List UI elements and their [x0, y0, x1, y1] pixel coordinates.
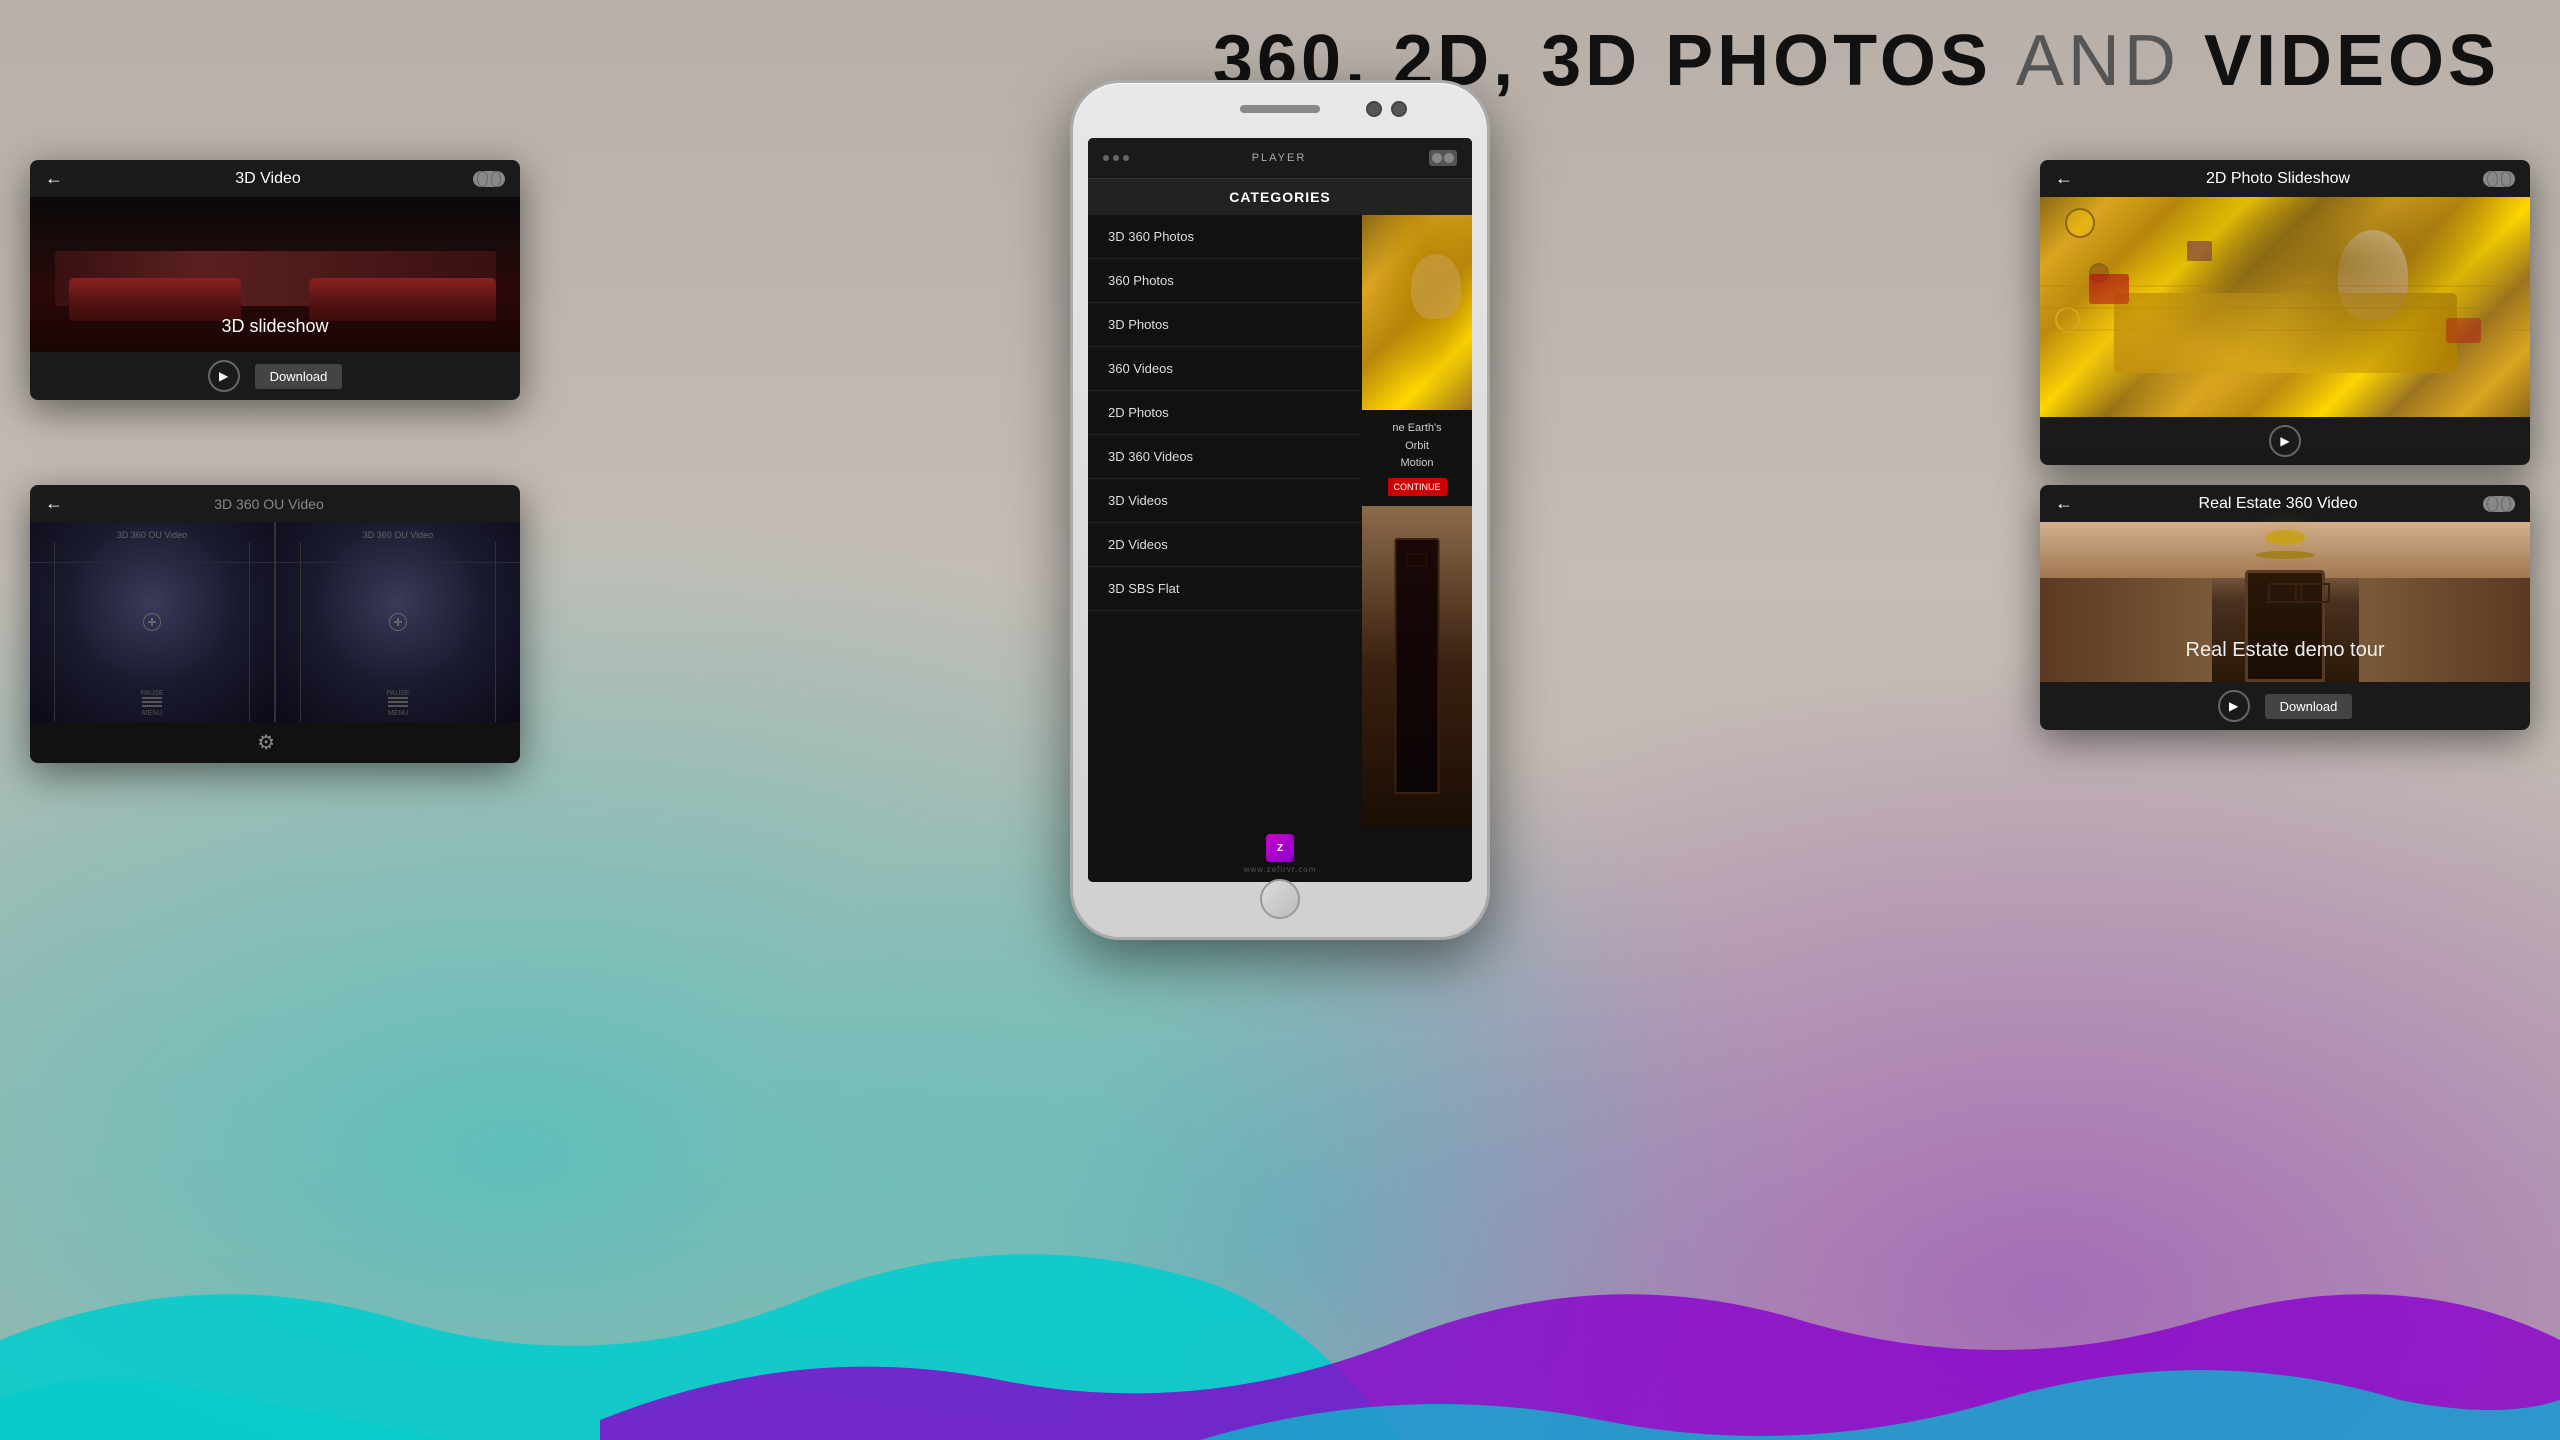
phone-body: PLAYER CATEGORIES 3D 360 Photos	[1070, 80, 1490, 940]
app-header: PLAYER	[1088, 138, 1472, 179]
thumb-text-section: ne Earth's Orbit Motion CONTINUE	[1362, 410, 1472, 506]
pause-label-right: PAUSE	[276, 690, 520, 697]
dot-3	[1123, 155, 1129, 161]
vr-icon-real-estate	[2483, 496, 2515, 512]
dot-1	[1103, 155, 1109, 161]
categories-label: CATEGORIES	[1229, 189, 1331, 205]
thumb-orbit-text: Orbit	[1367, 438, 1467, 456]
phone-screen: PLAYER CATEGORIES 3D 360 Photos	[1088, 138, 1472, 882]
card-real-estate-footer: ▶ Download	[2040, 682, 2530, 730]
phone-container: PLAYER CATEGORIES 3D 360 Photos	[1070, 80, 1490, 940]
app-dots	[1103, 155, 1129, 161]
phone-camera	[1391, 101, 1407, 117]
vr-icon-2d-photo	[2483, 171, 2515, 187]
vr-icon-360	[475, 496, 505, 512]
card-360-header: ← 3D 360 OU Video	[30, 485, 520, 522]
thumb-door	[1362, 506, 1472, 826]
360-view-right: 3D 360 OU Video PAUSE MENU	[276, 522, 520, 722]
vr-icon-3d-video	[473, 171, 505, 187]
card-2d-photo-title: 2D Photo Slideshow	[2206, 170, 2350, 188]
download-button-3d-video[interactable]: Download	[255, 364, 343, 389]
card-2d-photo-header: ← 2D Photo Slideshow	[2040, 160, 2530, 197]
play-button-3d-video[interactable]: ▶	[208, 360, 240, 392]
vr-label-right: 3D 360 OU Video	[276, 530, 520, 540]
phone-home-button[interactable]	[1260, 879, 1300, 919]
cat-item-7[interactable]: 3D Videos	[1088, 479, 1362, 523]
gear-icon[interactable]: ⚙	[257, 730, 275, 755]
play-button-real-estate[interactable]: ▶	[2218, 690, 2250, 722]
card-2d-photo-footer: ▶	[2040, 417, 2530, 465]
card-360-image: 3D 360 OU Video PAUSE MENU 3D 360 OU Vid…	[30, 522, 520, 722]
download-button-real-estate[interactable]: Download	[2265, 694, 2353, 719]
card-2d-photo: ← 2D Photo Slideshow ▶	[2040, 160, 2530, 465]
back-arrow-2d-icon[interactable]: ←	[2055, 168, 2073, 189]
category-list[interactable]: 3D 360 Photos 360 Photos 3D Photos 360 V…	[1088, 215, 1362, 826]
360-view-left: 3D 360 OU Video PAUSE MENU	[30, 522, 274, 722]
phone-speaker	[1240, 105, 1320, 113]
dot-2	[1113, 155, 1119, 161]
pause-label-left: PAUSE	[30, 690, 274, 697]
app-logo: Z	[1266, 834, 1294, 862]
card-3d-video-image: 3D slideshow	[30, 197, 520, 352]
right-thumbnail-panel: ne Earth's Orbit Motion CONTINUE	[1362, 215, 1472, 826]
card-real-estate-title: Real Estate 360 Video	[2199, 495, 2358, 513]
vr-circle-re-left	[2487, 496, 2498, 512]
bottom-waves	[0, 1140, 2560, 1440]
menu-label-right: MENU	[276, 710, 520, 717]
thumb-motion-text: Motion	[1367, 455, 1467, 473]
continue-button[interactable]: CONTINUE	[1388, 478, 1447, 496]
thumb-earth-text: ne Earth's	[1367, 420, 1467, 438]
card-360-footer: ⚙	[30, 722, 520, 763]
card-3d-video-title: 3D Video	[235, 170, 301, 188]
vr-circle-2d-left	[2487, 171, 2498, 187]
back-arrow-360-icon[interactable]: ←	[45, 493, 63, 514]
play-button-2d-photo[interactable]: ▶	[2269, 425, 2301, 457]
vr-label-left: 3D 360 OU Video	[30, 530, 274, 540]
vr-circle-left	[477, 171, 488, 187]
cat-item-1[interactable]: 3D 360 Photos	[1088, 215, 1362, 259]
reticle-left	[143, 613, 161, 631]
thumb-klimt	[1362, 215, 1472, 410]
menu-label-left: MENU	[30, 710, 274, 717]
app-footer: Z www.zefirvr.com	[1088, 826, 1472, 882]
categories-container: 3D 360 Photos 360 Photos 3D Photos 360 V…	[1088, 215, 1472, 826]
cat-item-9[interactable]: 3D SBS Flat	[1088, 567, 1362, 611]
app-vr-icon	[1429, 150, 1457, 166]
back-arrow-icon[interactable]: ←	[45, 168, 63, 189]
cat-item-4[interactable]: 360 Videos	[1088, 347, 1362, 391]
app-screen: PLAYER CATEGORIES 3D 360 Photos	[1088, 138, 1472, 882]
cat-item-5[interactable]: 2D Photos	[1088, 391, 1362, 435]
card-3d-video: ← 3D Video 3D slideshow ▶ Download	[30, 160, 520, 400]
cat-item-6[interactable]: 3D 360 Videos	[1088, 435, 1362, 479]
cat-item-8[interactable]: 2D Videos	[1088, 523, 1362, 567]
real-estate-demo-label: Real Estate demo tour	[2040, 639, 2530, 662]
card-3d-video-header: ← 3D Video	[30, 160, 520, 197]
card-real-estate-header: ← Real Estate 360 Video	[2040, 485, 2530, 522]
vr-circle-right	[491, 171, 502, 187]
vr-circle-2d-right	[2501, 171, 2512, 187]
reticle-right	[389, 613, 407, 631]
card-360-title-left: 3D 360 OU Video	[214, 496, 323, 512]
back-arrow-re-icon[interactable]: ←	[2055, 493, 2073, 514]
phone-camera2	[1366, 101, 1382, 117]
categories-header: CATEGORIES	[1088, 179, 1472, 215]
card-real-estate-image: Real Estate demo tour	[2040, 522, 2530, 682]
app-title-bar: PLAYER	[1252, 152, 1307, 164]
card-3d-video-footer: ▶ Download	[30, 352, 520, 400]
card-360: ← 3D 360 OU Video 3D 360 OU Video PAUSE …	[30, 485, 520, 763]
cat-item-2[interactable]: 360 Photos	[1088, 259, 1362, 303]
card-2d-photo-image	[2040, 197, 2530, 417]
card-real-estate: ← Real Estate 360 Video Real Estate demo…	[2040, 485, 2530, 730]
cat-item-3[interactable]: 3D Photos	[1088, 303, 1362, 347]
app-url: www.zefirvr.com	[1096, 865, 1464, 874]
vr-circle-re-right	[2501, 496, 2512, 512]
slideshow-label: 3D slideshow	[30, 316, 520, 337]
